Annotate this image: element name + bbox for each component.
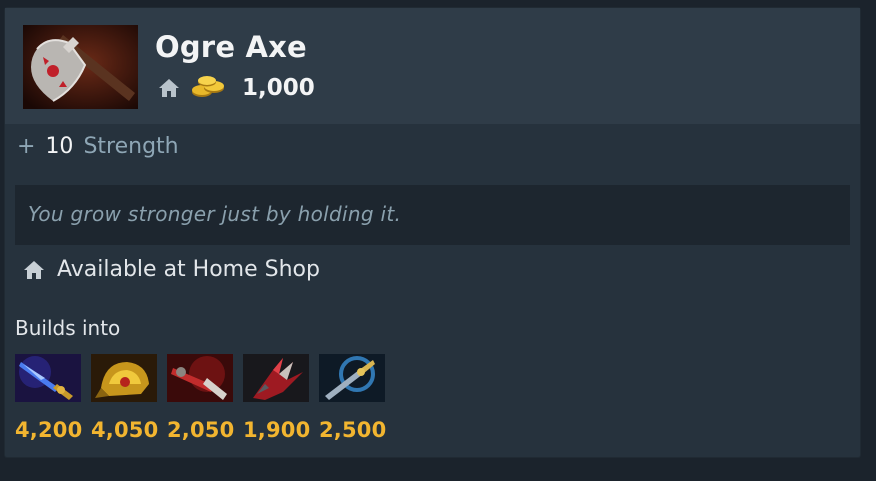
- attribute-name: Strength: [83, 134, 179, 159]
- item-title: Ogre Axe: [155, 30, 307, 64]
- build-cost: 4,200: [15, 418, 83, 442]
- red-blade-icon[interactable]: [167, 354, 233, 402]
- golden-helm-icon[interactable]: [91, 354, 157, 402]
- item-header: Ogre Axe 1,000: [5, 8, 860, 124]
- shop-availability: Available at Home Shop: [23, 257, 320, 282]
- builds-into-list: [15, 354, 395, 402]
- blue-staff-icon[interactable]: [15, 354, 81, 402]
- item-cost: 1,000: [242, 75, 315, 101]
- attribute-bonus: + 10 Strength: [17, 134, 179, 159]
- item-tooltip: Ogre Axe 1,000 + 10 Strength You grow st…: [5, 8, 860, 457]
- build-cost: 2,050: [167, 418, 235, 442]
- home-icon: [158, 78, 180, 98]
- lore-box: You grow stronger just by holding it.: [15, 185, 850, 245]
- build-cost: 2,500: [319, 418, 387, 442]
- lore-text: You grow stronger just by holding it.: [28, 202, 402, 226]
- item-cost-row: 1,000: [158, 74, 315, 102]
- builds-into-costs: 4,200 4,050 2,050 1,900 2,500: [15, 418, 395, 442]
- blue-dagger-icon[interactable]: [319, 354, 385, 402]
- gold-coins-icon: [190, 76, 226, 100]
- attribute-plus: +: [17, 134, 36, 159]
- attribute-value: 10: [45, 134, 74, 159]
- build-cost: 1,900: [243, 418, 311, 442]
- ogre-axe-icon: [23, 25, 138, 109]
- build-cost: 4,050: [91, 418, 159, 442]
- shop-label: Available at Home Shop: [57, 257, 320, 282]
- builds-into-label: Builds into: [15, 316, 121, 340]
- red-claw-icon[interactable]: [243, 354, 309, 402]
- home-shop-icon: [23, 260, 45, 280]
